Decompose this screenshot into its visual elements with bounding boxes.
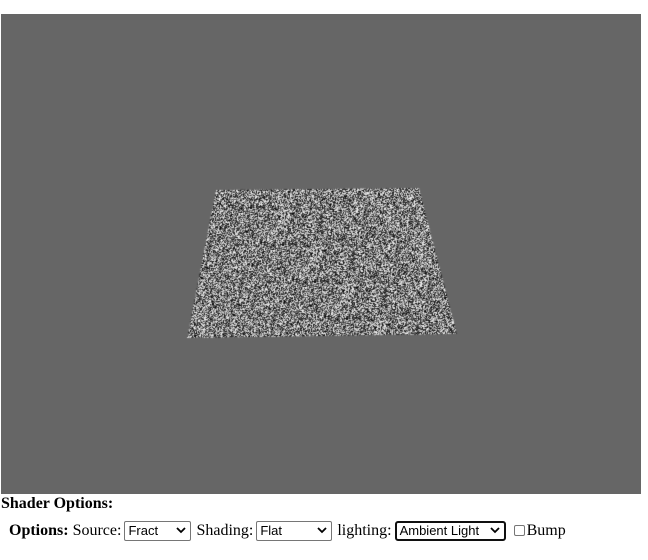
chevron-down-icon xyxy=(489,527,500,534)
source-label: Source: xyxy=(72,522,122,539)
shading-select-value: Flat xyxy=(260,523,283,538)
chevron-down-icon xyxy=(317,527,327,534)
bump-checkbox[interactable] xyxy=(513,524,525,536)
lighting-select[interactable]: Ambient Light xyxy=(394,521,506,541)
chevron-down-icon xyxy=(176,527,187,534)
webgl-viewport[interactable] xyxy=(1,14,641,494)
shader-options-heading: Shader Options: xyxy=(1,495,114,512)
source-select-value: Fract xyxy=(128,523,159,538)
shading-select[interactable]: Flat xyxy=(256,521,333,541)
options-label: Options: xyxy=(9,522,69,539)
shading-label: Shading: xyxy=(196,522,254,539)
noise-textured-plane xyxy=(1,14,641,494)
options-toolbar: Options: Source: Fract Shading: Flat lig… xyxy=(9,519,566,543)
source-select[interactable]: Fract xyxy=(124,521,192,541)
lighting-select-value: Ambient Light xyxy=(399,523,480,538)
lighting-label: lighting: xyxy=(337,522,392,539)
bump-label: Bump xyxy=(526,522,566,539)
